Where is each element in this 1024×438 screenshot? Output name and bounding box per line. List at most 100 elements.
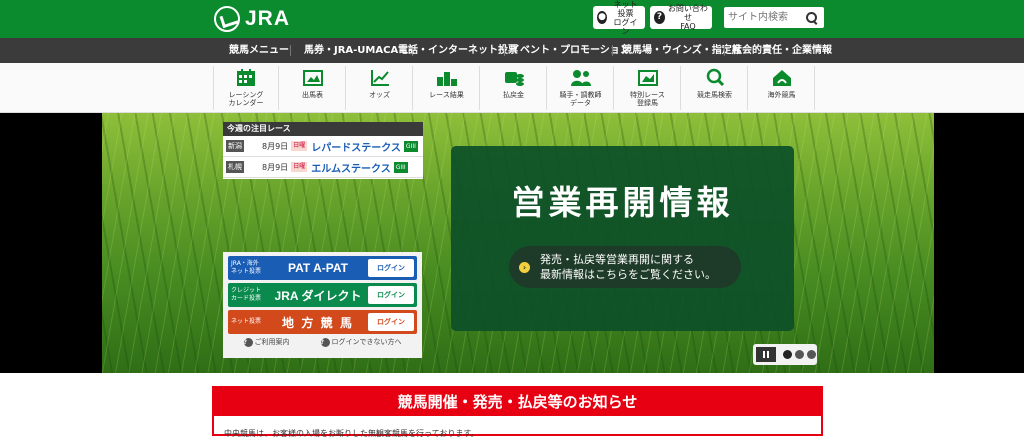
featured-races-title: 今週の注目レース bbox=[223, 122, 423, 136]
banner-link-button[interactable]: › 発売・払戻等営業再開に関する最新情報はこちらをご覧ください。 bbox=[509, 246, 741, 288]
race-day: 日曜 bbox=[291, 162, 308, 172]
question-icon: ? bbox=[320, 337, 330, 347]
nav-label: 出馬表 bbox=[302, 91, 323, 99]
nav-label: レーシング カレンダー bbox=[228, 91, 264, 107]
menu-divider bbox=[504, 45, 505, 56]
jra-direct-login-button[interactable]: ログイン bbox=[368, 286, 414, 304]
overseas-icon bbox=[772, 70, 791, 86]
payout-icon bbox=[504, 72, 524, 86]
jockey-icon bbox=[570, 70, 591, 86]
featured-races-panel: 今週の注目レース 新潟 8月9日 日曜 レパードステークス GIII 札幌 8月… bbox=[223, 122, 423, 179]
banner-title: 営業再開情報 bbox=[511, 183, 734, 222]
nav-odds[interactable]: オッズ bbox=[347, 66, 413, 110]
race-day: 日曜 bbox=[291, 141, 308, 151]
logo-text: JRA bbox=[245, 7, 291, 30]
menu-item-tohyo[interactable]: 電話・インターネット投票 bbox=[398, 38, 518, 63]
faq-label: お問い合わせ FAQ bbox=[668, 4, 708, 31]
pat-help-links: ? ご利用案内 ? ログインできない方へ bbox=[228, 337, 417, 347]
notice-text: 中央競馬は、お客様の入場をお断りした無観客競馬を行っております。 bbox=[224, 429, 479, 438]
cant-login-label: ログインできない方へ bbox=[331, 338, 402, 346]
podium-icon bbox=[436, 72, 457, 86]
net-vote-line2: ログイン bbox=[613, 17, 638, 36]
pat-type-label: ネット投票 bbox=[231, 318, 262, 325]
jra-logo-mark-icon bbox=[214, 6, 240, 32]
race-row[interactable]: 新潟 8月9日 日曜 レパードステークス GIII bbox=[223, 136, 423, 157]
chiho-keiba-login-button[interactable]: ログイン bbox=[368, 313, 414, 331]
menu-item-csr[interactable]: 社会的責任・企業情報 bbox=[732, 38, 832, 63]
nav-label: 競走馬検索 bbox=[697, 91, 732, 99]
menu-item-baken[interactable]: 馬券・JRA-UMACA bbox=[304, 38, 398, 63]
pat-type-label: JRA・海外 ネット投票 bbox=[231, 260, 262, 275]
faq-button[interactable]: ? お問い合わせ FAQ bbox=[650, 4, 712, 31]
chiho-keiba-brand: 地 方 競 馬 bbox=[281, 315, 354, 330]
chiho-keiba-row[interactable]: ネット投票 地 方 競 馬 ログイン bbox=[228, 310, 417, 334]
arrow-right-icon: › bbox=[519, 261, 530, 273]
grade-badge: GIII bbox=[403, 140, 418, 152]
search-input[interactable] bbox=[724, 8, 804, 27]
slide-dot[interactable] bbox=[795, 350, 804, 359]
faq-line2: FAQ bbox=[680, 22, 696, 31]
grade-badge: GIII bbox=[393, 161, 408, 173]
nav-racing-calendar[interactable]: レーシング カレンダー bbox=[213, 66, 279, 110]
nav-horse-search[interactable]: 競走馬検索 bbox=[682, 66, 748, 110]
horse-search-icon bbox=[706, 68, 724, 87]
site-search bbox=[724, 7, 824, 28]
search-icon[interactable] bbox=[804, 10, 820, 26]
calendar-icon bbox=[237, 69, 255, 86]
net-voting-panel: JRA・海外 ネット投票 PAT A-PAT ログイン クレジット カード投票 … bbox=[223, 252, 422, 358]
race-venue: 新潟 bbox=[226, 140, 244, 152]
menu-item-keiba[interactable]: 競馬メニュー bbox=[229, 38, 289, 63]
race-date: 8月9日 bbox=[262, 141, 289, 151]
racecard-icon bbox=[302, 70, 323, 86]
net-vote-line1: ネット投票 bbox=[613, 0, 638, 18]
banner-link-line1: 発売・払戻等営業再開に関する bbox=[540, 253, 694, 266]
pat-brand: PAT A-PAT bbox=[288, 261, 348, 275]
nav-jockey-data[interactable]: 騎手・調教師 データ bbox=[548, 66, 614, 110]
menu-divider bbox=[612, 45, 613, 56]
nav-label: 海外競馬 bbox=[767, 91, 796, 99]
nav-label: 特別レース 登録馬 bbox=[630, 91, 665, 107]
special-race-icon bbox=[637, 70, 658, 86]
race-name-link[interactable]: エルムステークス bbox=[311, 160, 391, 175]
slide-dot[interactable] bbox=[783, 350, 792, 359]
net-vote-login-button[interactable]: ● ネット投票 ログイン bbox=[593, 0, 645, 36]
nav-label: オッズ bbox=[369, 91, 390, 99]
race-name-link[interactable]: レパードステークス bbox=[311, 139, 401, 154]
notice-box: 競馬開催・発売・払戻等のお知らせ 中央競馬は、お客様の入場をお断りした無観客競馬… bbox=[212, 386, 823, 438]
slide-dot[interactable] bbox=[807, 350, 816, 359]
question-icon: ? bbox=[243, 337, 253, 347]
usage-guide-link[interactable]: ? ご利用案内 bbox=[243, 337, 290, 347]
reopening-banner[interactable]: 営業再開情報 › 発売・払戻等営業再開に関する最新情報はこちらをご覧ください。 bbox=[451, 146, 794, 331]
usage-guide-label: ご利用案内 bbox=[254, 338, 290, 346]
jra-direct-row[interactable]: クレジット カード投票 JRA ダイレクト ログイン bbox=[228, 283, 417, 307]
net-vote-login-label: ネット投票 ログイン bbox=[610, 0, 641, 36]
lock-icon: ● bbox=[597, 11, 608, 24]
cant-login-link[interactable]: ? ログインできない方へ bbox=[320, 337, 402, 347]
nav-overseas[interactable]: 海外競馬 bbox=[749, 66, 815, 110]
odds-chart-icon bbox=[370, 70, 389, 86]
slider-controls bbox=[753, 344, 817, 365]
menu-divider bbox=[724, 45, 725, 56]
quick-nav: レーシング カレンダー 出馬表 オッズ レース結果 払戻金 騎手・調教師 データ… bbox=[0, 63, 1024, 113]
pat-row[interactable]: JRA・海外 ネット投票 PAT A-PAT ログイン bbox=[228, 256, 417, 280]
notice-title: 競馬開催・発売・払戻等のお知らせ bbox=[214, 388, 821, 416]
race-row[interactable]: 札幌 8月9日 日曜 エルムステークス GIII bbox=[223, 157, 423, 178]
nav-payout[interactable]: 払戻金 bbox=[481, 66, 547, 110]
nav-special-race[interactable]: 特別レース 登録馬 bbox=[615, 66, 681, 110]
banner-link-line2: 最新情報はこちらをご覧ください。 bbox=[540, 268, 716, 281]
nav-label: 騎手・調教師 データ bbox=[559, 91, 602, 107]
main-menu: 競馬メニュー 馬券・JRA-UMACA 電話・インターネット投票 イベント・プロ… bbox=[0, 38, 1024, 63]
jra-logo[interactable]: JRA bbox=[214, 6, 290, 32]
nav-race-card[interactable]: 出馬表 bbox=[280, 66, 346, 110]
question-icon: ? bbox=[654, 11, 665, 24]
nav-race-results[interactable]: レース結果 bbox=[414, 66, 480, 110]
pause-icon[interactable] bbox=[756, 347, 776, 362]
race-venue: 札幌 bbox=[226, 161, 244, 173]
pat-login-button[interactable]: ログイン bbox=[368, 259, 414, 277]
nav-label: レース結果 bbox=[429, 91, 464, 99]
top-header: JRA ● ネット投票 ログイン ? お問い合わせ FAQ bbox=[0, 0, 1024, 38]
nav-label: 払戻金 bbox=[503, 91, 524, 99]
jra-direct-brand: JRA ダイレクト bbox=[274, 288, 362, 303]
pat-type-label: クレジット カード投票 bbox=[231, 287, 262, 302]
menu-divider bbox=[290, 45, 291, 56]
